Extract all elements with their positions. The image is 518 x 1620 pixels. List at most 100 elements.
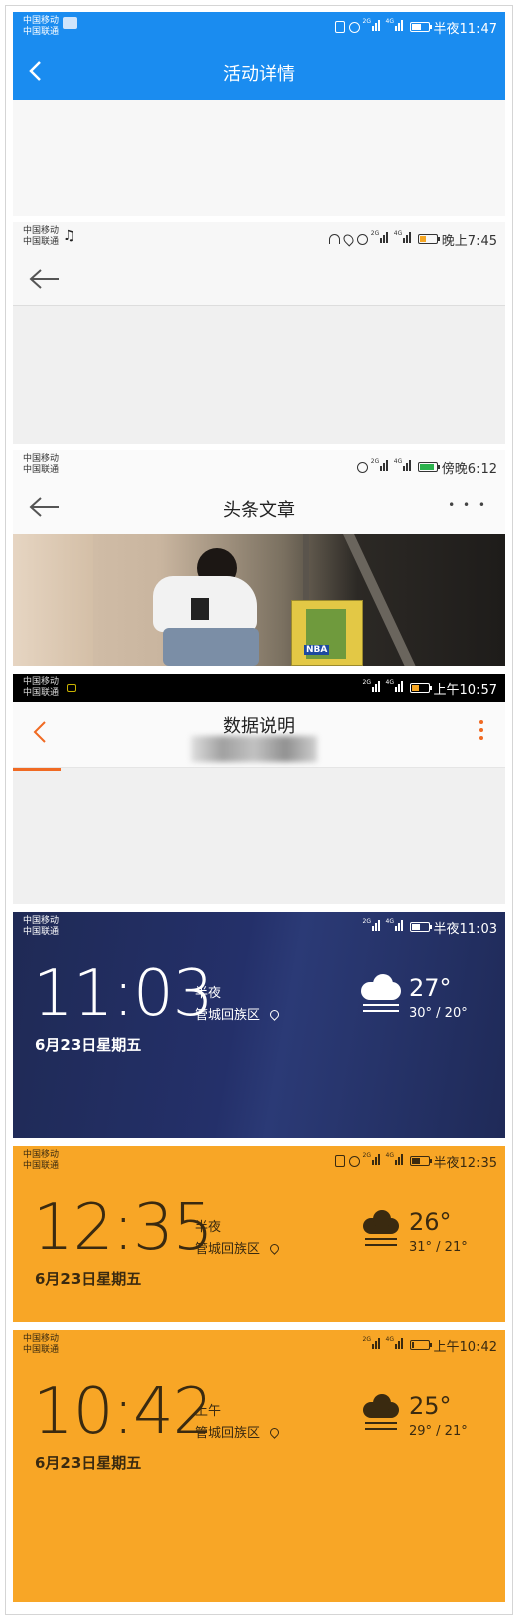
location-label: 管城回族区 [195,1422,282,1441]
temperature-range: 29° / 21° [409,1424,468,1439]
screenshot-data-description: 中国移动 中国联通 2G 4G 上午10:57 数据说明 [13,674,505,904]
alarm-icon [348,21,360,33]
carrier-label: 中国移动 中国联通 [23,16,60,37]
location-pin-icon [268,1426,282,1439]
clock-display: 10:42 [33,1375,213,1449]
blurred-subtitle [191,736,317,762]
clock-display: 11:03 [33,957,213,1031]
signal-2g-icon: 2G [363,679,383,692]
status-time: 半夜12:35 [433,1155,497,1171]
battery-icon [409,922,432,932]
date-label: 6月23日星期五 [35,1036,142,1054]
more-menu-button[interactable]: • • • [448,498,487,512]
signal-4g-icon: 4G [386,918,406,931]
carrier-label: 中国移动 中国联通 [23,916,60,937]
alarm-icon [356,233,368,245]
screenshot-lockscreen-orange-1235: 中国移动 中国联通 2G 4G 半夜12:35 12:35 半夜 管城回族区 6月… [13,1146,505,1322]
vibrate-icon [334,1155,345,1167]
status-bar-right: 2G 4G 上午10:57 [363,677,497,699]
battery-icon [417,234,440,244]
alarm-icon [356,461,368,473]
time-period: 半夜 [195,1220,222,1235]
nba-box: NBA [291,600,363,666]
location-pin-icon [268,1242,282,1255]
status-time: 上午10:42 [433,1339,497,1355]
location-label: 管城回族区 [195,1004,282,1023]
date-label: 6月23日星期五 [35,1454,142,1472]
temperature-range: 30° / 20° [409,1006,468,1021]
status-time: 半夜11:03 [433,921,497,937]
carrier-label: 中国移动 中国联通 [23,226,60,247]
music-note-icon: ♫ [63,228,76,244]
blue-header: 中国移动 中国联通 2G 4G 半夜11:47 活动详情 [13,12,505,100]
status-bar-right: 2G 4G 晚上7:45 [328,228,497,250]
app-notification-icon [63,17,77,29]
date-label: 6月23日星期五 [35,1270,142,1288]
dot-icon [479,720,483,724]
article-photo: NBA [13,534,505,666]
battery-icon [409,1156,432,1166]
carrier-label: 中国移动 中国联通 [23,1334,60,1355]
status-time: 上午10:57 [433,682,497,698]
battery-icon [409,683,432,693]
status-bar-right: 2G 4G 半夜11:47 [334,16,497,38]
person-shape [153,548,263,666]
signal-4g-icon: 4G [394,458,414,471]
battery-charging-icon [417,462,440,472]
signal-4g-icon: 4G [386,679,406,692]
cloudy-weather-icon [359,1394,403,1438]
signal-4g-icon: 4G [394,230,414,243]
current-temperature: 25° [409,1392,452,1420]
battery-icon [409,1340,432,1350]
screenshot-lockscreen-dark: 中国移动 中国联通 2G 4G 半夜11:03 11:03 半夜 管城回族区 6月… [13,912,505,1138]
cloudy-weather-icon [359,974,403,1018]
screenshot-headline-article: 中国移动 中国联通 2G 4G 傍晚6:12 头条文章 • • • NBA [13,450,505,666]
carrier-label: 中国移动 中国联通 [23,454,60,475]
cloudy-weather-icon [359,1210,403,1254]
battery-icon [409,22,432,32]
signal-2g-icon: 2G [363,18,383,31]
status-bar-right: 2G 4G 上午10:42 [363,1334,497,1356]
signal-4g-icon: 4G [386,1336,406,1349]
back-underline [13,768,61,771]
signal-2g-icon: 2G [363,1336,383,1349]
location-icon [341,231,356,247]
status-time: 晚上7:45 [441,233,497,249]
more-menu-button[interactable] [479,720,483,740]
carrier-label: 中国移动 中国联通 [23,677,60,698]
screenshot-blank-page: 中国移动 中国联通 ♫ 2G 4G 晚上7:45 [13,222,505,444]
signal-2g-icon: 2G [363,918,383,931]
dot-icon [479,736,483,740]
signal-2g-icon: 2G [371,458,391,471]
time-period: 上午 [195,1404,222,1419]
headphones-icon [328,234,340,244]
status-time: 半夜11:47 [433,21,497,37]
status-time: 傍晚6:12 [441,461,497,477]
page-title: 头条文章 [223,500,295,521]
clock-display: 12:35 [33,1191,213,1265]
page-title: 数据说明 [223,716,295,737]
page-title: 活动详情 [223,64,295,85]
signal-4g-icon: 4G [386,18,406,31]
black-status-bar: 中国移动 中国联通 2G 4G 上午10:57 [13,674,505,702]
status-bar-right: 2G 4G 傍晚6:12 [356,456,497,478]
signal-2g-icon: 2G [371,230,391,243]
vibrate-icon [334,21,345,33]
time-period: 半夜 [195,986,222,1001]
temperature-range: 31° / 21° [409,1240,468,1255]
signal-2g-icon: 2G [363,1152,383,1165]
back-button[interactable] [29,268,61,294]
white-header: 数据说明 [13,702,505,771]
alarm-icon [348,1155,360,1167]
lock-icon [67,684,76,692]
back-arrow-icon [29,269,59,289]
location-label: 管城回族区 [195,1238,282,1257]
screenshot-lockscreen-orange-1042: 中国移动 中国联通 2G 4G 上午10:42 10:42 上午 管城回族区 6月… [13,1330,505,1602]
current-temperature: 26° [409,1208,452,1236]
status-bar-right: 2G 4G 半夜11:03 [363,916,497,938]
carrier-label: 中国移动 中国联通 [23,1150,60,1171]
current-temperature: 27° [409,974,452,1002]
screenshot-activity-detail: 中国移动 中国联通 2G 4G 半夜11:47 活动详情 [13,12,505,216]
white-header: 中国移动 中国联通 ♫ 2G 4G 晚上7:45 [13,222,505,306]
dot-icon [479,728,483,732]
